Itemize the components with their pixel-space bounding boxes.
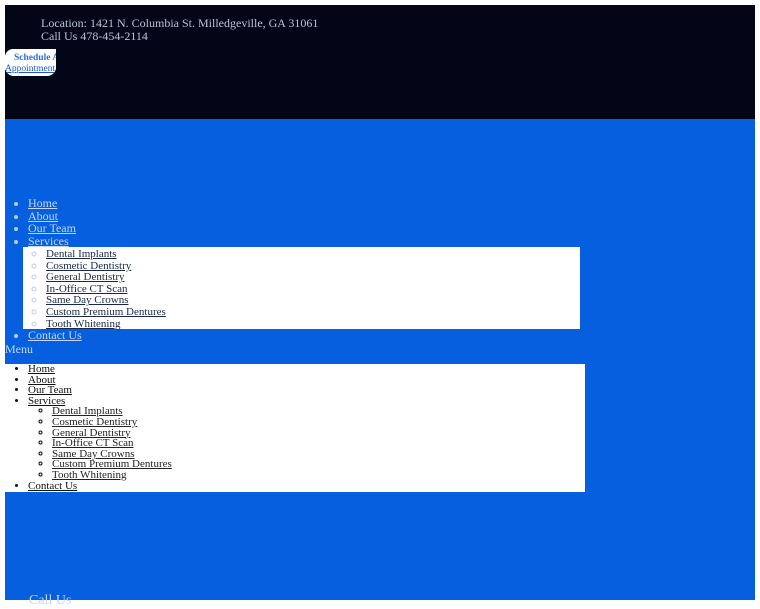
call-us-heading: Call Us: [29, 593, 72, 608]
submenu-link-ct-scan[interactable]: In-Office CT Scan: [46, 283, 127, 295]
mobile-nav: Home About Our Team Services Dental Impl…: [14, 364, 172, 492]
nav-item-contact[interactable]: Contact Us: [28, 329, 580, 342]
services-submenu: Dental Implants Cosmetic Dentistry Gener…: [23, 247, 580, 330]
nav-item-home[interactable]: Home: [28, 197, 580, 210]
nav-item-about[interactable]: About: [28, 209, 580, 223]
submenu-item[interactable]: Custom Premium Dentures: [46, 306, 580, 318]
phone-text[interactable]: Call Us 478-454-2114: [41, 30, 318, 43]
mobile-services-submenu: Dental Implants Cosmetic Dentistry Gener…: [28, 406, 172, 481]
appointment-link[interactable]: Appointment: [5, 64, 56, 74]
header-nav-area: Home About Our Team Services Dental Impl…: [5, 119, 755, 608]
top-bar: Location: 1421 N. Columbia St. Milledgev…: [5, 5, 755, 119]
nav-item-services[interactable]: Services Dental Implants Cosmetic Dentis…: [23, 234, 580, 330]
schedule-appointment-button[interactable]: Schedule Ap Appointment: [5, 49, 56, 76]
nav-link-contact[interactable]: Contact Us: [28, 328, 82, 342]
submenu-item[interactable]: Tooth Whitening: [46, 318, 580, 330]
submenu-link-dentures[interactable]: Custom Premium Dentures: [46, 306, 166, 318]
mobile-nav-item-services[interactable]: Services Dental Implants Cosmetic Dentis…: [28, 395, 172, 481]
services-dropdown: Dental Implants Cosmetic Dentistry Gener…: [23, 247, 580, 330]
submenu-item[interactable]: Same Day Crowns: [46, 294, 580, 306]
main-nav: Home About Our Team Services Dental Impl…: [14, 197, 580, 342]
mobile-nav-item-contact[interactable]: Contact Us: [28, 480, 172, 492]
submenu-item[interactable]: General Dentistry: [46, 271, 580, 283]
nav-item-our-team[interactable]: Our Team: [28, 222, 580, 235]
contact-info: Location: 1421 N. Columbia St. Milledgev…: [41, 17, 318, 43]
submenu-item[interactable]: Cosmetic Dentistry: [46, 260, 580, 272]
menu-toggle[interactable]: Menu: [5, 342, 33, 357]
mobile-menu-panel: Home About Our Team Services Dental Impl…: [5, 364, 585, 492]
submenu-link-general-dentistry[interactable]: General Dentistry: [46, 271, 125, 283]
submenu-link-cosmetic-dentistry[interactable]: Cosmetic Dentistry: [46, 260, 131, 272]
submenu-item[interactable]: In-Office CT Scan: [46, 283, 580, 295]
schedule-label: Schedule Ap: [14, 53, 56, 63]
submenu-link-dental-implants[interactable]: Dental Implants: [46, 248, 117, 260]
submenu-item[interactable]: Dental Implants: [46, 248, 580, 260]
submenu-link-same-day-crowns[interactable]: Same Day Crowns: [46, 294, 129, 306]
mobile-nav-link-contact[interactable]: Contact Us: [28, 480, 77, 492]
